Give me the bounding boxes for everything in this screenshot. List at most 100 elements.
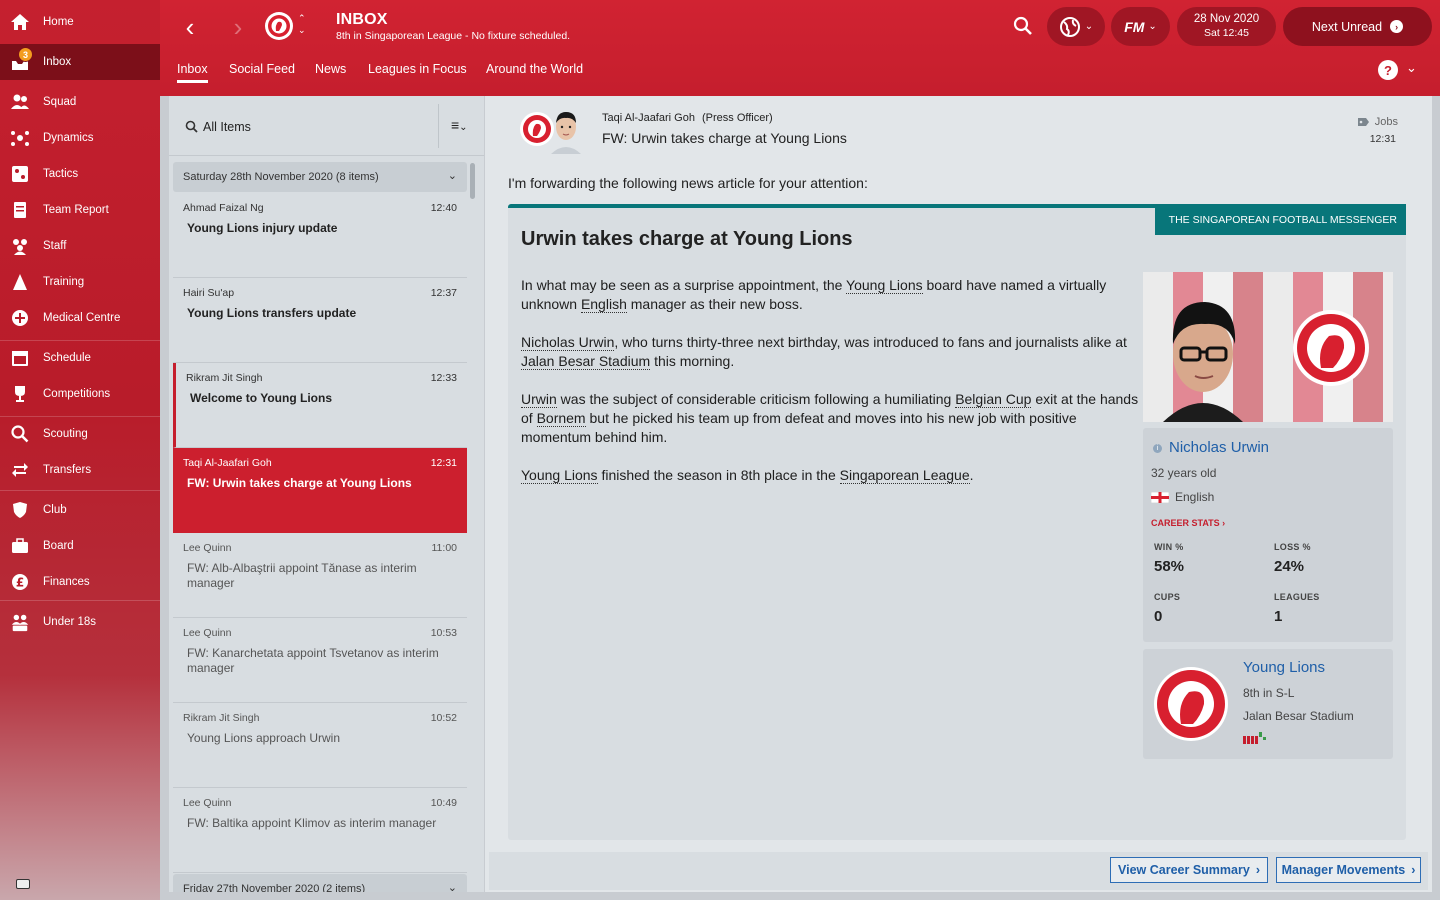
sidebar-item-under-18s[interactable]: Under 18s bbox=[0, 604, 160, 640]
tab-inbox[interactable]: Inbox bbox=[177, 62, 208, 83]
manager-name[interactable]: Nicholas Urwin bbox=[1169, 439, 1269, 456]
sidebar-item-medical-centre[interactable]: Medical Centre bbox=[0, 300, 160, 336]
sidebar-item-squad[interactable]: Squad bbox=[0, 84, 160, 120]
sidebar-item-dynamics[interactable]: Dynamics bbox=[0, 120, 160, 156]
sidebar-item-board[interactable]: Board bbox=[0, 528, 160, 564]
club-link[interactable]: Young Lions bbox=[846, 277, 923, 294]
sidebar-item-tactics[interactable]: Tactics bbox=[0, 156, 160, 192]
tab-news[interactable]: News bbox=[315, 62, 346, 82]
sidebar-item-label: Club bbox=[43, 504, 67, 516]
list-item-selected[interactable]: Taqi Al-Jaafari Goh 12:31 FW: Urwin take… bbox=[173, 448, 467, 533]
chevron-down-icon: ⌄ bbox=[447, 882, 457, 892]
sidebar-item-label: Tactics bbox=[43, 168, 79, 180]
list-item[interactable]: Lee Quinn 10:53 FW: Kanarchetata appoint… bbox=[173, 618, 467, 703]
screen-toggle-icon[interactable] bbox=[16, 879, 30, 889]
chevron-down-icon[interactable]: ⌄ bbox=[1406, 60, 1417, 76]
list-item[interactable]: Ahmad Faizal Ng 12:40 Young Lions injury… bbox=[173, 193, 467, 278]
date-display[interactable]: 28 Nov 2020 Sat 12:45 bbox=[1177, 7, 1276, 46]
tab-around-the-world[interactable]: Around the World bbox=[486, 62, 583, 82]
club-position: 8th in S-L bbox=[1243, 686, 1295, 700]
fm-menu-button[interactable]: FM ⌄ bbox=[1111, 7, 1170, 46]
sidebar-item-finances[interactable]: £ Finances bbox=[0, 564, 160, 600]
back-arrow-icon[interactable]: ‹ bbox=[178, 12, 202, 42]
sidebar-item-scouting[interactable]: Scouting bbox=[0, 416, 160, 452]
news-source-label: THE SINGAPOREAN FOOTBALL MESSENGER bbox=[1154, 204, 1406, 235]
sidebar-item-label: Squad bbox=[43, 96, 77, 108]
pound-icon: £ bbox=[10, 572, 30, 592]
sidebar-item-training[interactable]: Training bbox=[0, 264, 160, 300]
staff-icon bbox=[10, 236, 30, 256]
tab-leagues-in-focus[interactable]: Leagues in Focus bbox=[368, 62, 467, 82]
sidebar-item-staff[interactable]: Staff bbox=[0, 228, 160, 264]
scrollbar-thumb[interactable] bbox=[470, 163, 475, 199]
club-shield-icon bbox=[10, 500, 30, 520]
list-item[interactable]: Rikram Jit Singh 12:33 Welcome to Young … bbox=[173, 363, 467, 448]
svg-text:£: £ bbox=[16, 576, 24, 590]
article-headline: Urwin takes charge at Young Lions bbox=[521, 228, 853, 250]
date-group-header[interactable]: Friday 27th November 2020 (2 items) ⌄ bbox=[173, 874, 467, 892]
sidebar-item-transfers[interactable]: Transfers bbox=[0, 452, 160, 488]
manager-link[interactable]: Nicholas Urwin bbox=[521, 334, 615, 351]
club-badge-icon[interactable] bbox=[265, 12, 293, 40]
date-group-header[interactable]: Saturday 28th November 2020 (8 items) ⌄ bbox=[173, 162, 467, 192]
sidebar-item-label: Finances bbox=[43, 576, 90, 588]
loss-value: 24% bbox=[1274, 558, 1305, 575]
manager-movements-button[interactable]: Manager Movements › bbox=[1276, 857, 1421, 883]
sender-avatar[interactable] bbox=[547, 106, 585, 154]
manager-photo[interactable] bbox=[1143, 272, 1393, 422]
u18-icon bbox=[10, 612, 30, 632]
header: ‹ › ⌃ ⌄ INBOX 8th in Singaporean League -… bbox=[160, 0, 1440, 96]
chevron-down-icon: ⌄ bbox=[1084, 21, 1094, 32]
list-options-icon[interactable]: ≡⌄ bbox=[451, 117, 468, 133]
article-paragraph: Young Lions finished the season in 8th p… bbox=[521, 467, 974, 484]
briefcase-icon bbox=[10, 536, 30, 556]
england-flag-icon bbox=[1151, 491, 1169, 503]
sidebar-item-label: Transfers bbox=[43, 464, 92, 476]
sidebar-item-label: Team Report bbox=[43, 204, 109, 216]
sidebar-item-club[interactable]: Club bbox=[0, 492, 160, 528]
nation-link[interactable]: English bbox=[580, 296, 627, 313]
sidebar-item-home[interactable]: Home bbox=[0, 4, 160, 40]
list-item[interactable]: Lee Quinn 11:00 FW: Alb-Albaştrii appoin… bbox=[173, 533, 467, 618]
view-career-summary-button[interactable]: View Career Summary › bbox=[1110, 857, 1268, 883]
manager-link[interactable]: Urwin bbox=[521, 391, 557, 408]
world-menu-button[interactable]: ⌄ bbox=[1047, 7, 1105, 46]
tab-social-feed[interactable]: Social Feed bbox=[229, 62, 295, 82]
manager-info-card: i Nicholas Urwin 32 years old English CA… bbox=[1143, 428, 1393, 642]
sidebar-item-label: Dynamics bbox=[43, 132, 94, 144]
club-switch-icon[interactable]: ⌃ ⌄ bbox=[298, 12, 306, 36]
filter-label[interactable]: All Items bbox=[203, 120, 251, 134]
club-form-icon bbox=[1243, 732, 1266, 744]
next-unread-button[interactable]: Next Unread › bbox=[1283, 7, 1432, 46]
list-item[interactable]: Lee Quinn 10:49 FW: Baltika appoint Klim… bbox=[173, 788, 467, 873]
win-label: WIN % bbox=[1154, 542, 1184, 552]
help-button[interactable]: ? bbox=[1378, 60, 1398, 80]
stadium-link[interactable]: Jalan Besar Stadium bbox=[521, 353, 651, 370]
article-body: In what may be seen as a surprise appoin… bbox=[521, 276, 1141, 504]
league-link[interactable]: Singaporean League bbox=[839, 467, 970, 484]
sidebar-item-inbox[interactable]: Inbox 3 bbox=[0, 44, 160, 80]
sidebar-item-schedule[interactable]: Schedule bbox=[0, 340, 160, 376]
club-badge-icon[interactable] bbox=[1153, 666, 1229, 742]
forward-arrow-icon[interactable]: › bbox=[226, 12, 250, 42]
list-filter-bar: All Items ≡⌄ bbox=[169, 96, 484, 156]
sidebar-item-label: Scouting bbox=[43, 428, 88, 440]
globe-icon bbox=[1059, 16, 1080, 37]
continue-icon: › bbox=[1390, 20, 1404, 33]
club-link[interactable]: Bornem bbox=[536, 410, 586, 427]
club-name[interactable]: Young Lions bbox=[1243, 659, 1325, 676]
article-paragraph: In what may be seen as a surprise appoin… bbox=[521, 277, 1107, 313]
list-item[interactable]: Rikram Jit Singh 10:52 Young Lions appro… bbox=[173, 703, 467, 788]
sender-name[interactable]: Taqi Al-Jaafari Goh bbox=[602, 112, 695, 124]
competition-link[interactable]: Belgian Cup bbox=[955, 391, 1032, 408]
list-item[interactable]: Hairi Su'ap 12:37 Young Lions transfers … bbox=[173, 278, 467, 363]
sidebar-item-label: Under 18s bbox=[43, 616, 97, 628]
message-time: 12:31 bbox=[1369, 133, 1396, 145]
career-stats-link[interactable]: CAREER STATS › bbox=[1151, 518, 1225, 528]
sidebar: Home Inbox 3 Squad Dynamics Tactics Team… bbox=[0, 0, 160, 900]
search-icon[interactable] bbox=[1013, 16, 1033, 41]
sidebar-item-team-report[interactable]: Team Report bbox=[0, 192, 160, 228]
club-link[interactable]: Young Lions bbox=[521, 467, 598, 484]
sidebar-item-competitions[interactable]: Competitions bbox=[0, 376, 160, 412]
leagues-label: LEAGUES bbox=[1274, 592, 1320, 602]
